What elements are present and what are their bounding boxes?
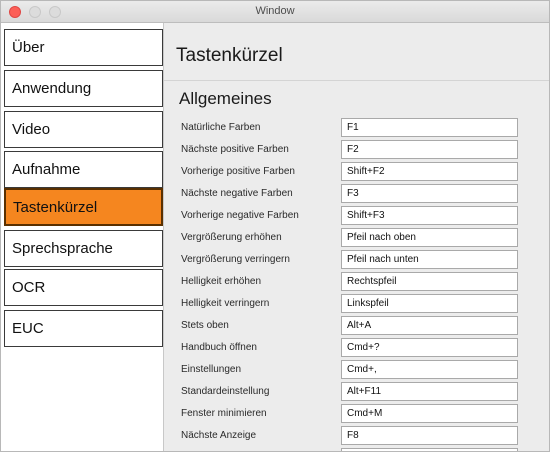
- shortcut-field[interactable]: Cmd+,: [341, 360, 518, 379]
- shortcut-label: Vorherige positive Farben: [181, 166, 295, 177]
- shortcut-field[interactable]: Pfeil nach unten: [341, 250, 518, 269]
- shortcut-label: Handbuch öffnen: [181, 342, 257, 353]
- shortcut-row: Helligkeit verringern Linkspfeil: [164, 294, 549, 316]
- title-divider: [164, 80, 549, 81]
- shortcut-label: Einstellungen: [181, 364, 242, 375]
- sidebar-item-tastenkuerzel[interactable]: Tastenkürzel: [4, 188, 163, 226]
- shortcut-row: Nächste Anzeige F8: [164, 426, 549, 448]
- shortcut-field[interactable]: Alt+F11: [341, 382, 518, 401]
- shortcut-field[interactable]: F3: [341, 184, 518, 203]
- shortcut-label: Natürliche Farben: [181, 122, 261, 133]
- title-bar[interactable]: Window: [1, 1, 549, 23]
- shortcut-row: Vorherige negative Farben Shift+F3: [164, 206, 549, 228]
- shortcut-label: Vergrößerung erhöhen: [181, 232, 282, 243]
- sidebar-item-euc[interactable]: EUC: [4, 310, 163, 347]
- shortcut-field[interactable]: Cmd+?: [341, 338, 518, 357]
- shortcut-field[interactable]: Alt+A: [341, 316, 518, 335]
- sidebar-item-ueber[interactable]: Über: [4, 29, 163, 66]
- shortcut-label: Vergrößerung verringern: [181, 254, 290, 265]
- shortcut-label: Fenster minimieren: [181, 408, 267, 419]
- shortcut-field[interactable]: F8: [341, 426, 518, 445]
- sidebar-item-aufnahme[interactable]: Aufnahme: [4, 151, 163, 188]
- shortcut-row: Vergrößerung verringern Pfeil nach unten: [164, 250, 549, 272]
- shortcut-label: Nächste positive Farben: [181, 144, 289, 155]
- shortcut-field[interactable]: Linkspfeil: [341, 294, 518, 313]
- shortcut-label: Standardeinstellung: [181, 386, 270, 397]
- shortcut-field[interactable]: F2: [341, 140, 518, 159]
- shortcut-row: Einstellungen Cmd+,: [164, 360, 549, 382]
- shortcut-label: Nächste Anzeige: [181, 430, 257, 441]
- shortcut-label: Helligkeit erhöhen: [181, 276, 262, 287]
- shortcut-row: Vorherige positive Farben Shift+F2: [164, 162, 549, 184]
- shortcut-row: Standardeinstellung Alt+F11: [164, 382, 549, 404]
- shortcut-label: Stets oben: [181, 320, 229, 331]
- shortcut-row: Fenster minimieren Cmd+M: [164, 404, 549, 426]
- shortcut-field[interactable]: Pfeil nach oben: [341, 228, 518, 247]
- sidebar: Über Anwendung Video Aufnahme Tastenkürz…: [1, 23, 164, 451]
- sidebar-item-sprechsprache[interactable]: Sprechsprache: [4, 230, 163, 267]
- shortcut-field[interactable]: Cmd+M: [341, 404, 518, 423]
- app-window: Window Über Anwendung Video Aufnahme Tas…: [0, 0, 550, 452]
- shortcut-row: Vergrößerung erhöhen Pfeil nach oben: [164, 228, 549, 250]
- shortcut-field[interactable]: [341, 448, 518, 451]
- shortcut-row: Nächste negative Farben F3: [164, 184, 549, 206]
- shortcut-field[interactable]: Rechtspfeil: [341, 272, 518, 291]
- shortcut-field[interactable]: F1: [341, 118, 518, 137]
- sidebar-item-video[interactable]: Video: [4, 111, 163, 148]
- shortcut-label: Helligkeit verringern: [181, 298, 270, 309]
- shortcut-label: Nächste negative Farben: [181, 188, 293, 199]
- shortcut-field[interactable]: Shift+F3: [341, 206, 518, 225]
- main-content: Tastenkürzel Allgemeines Natürliche Farb…: [164, 23, 549, 451]
- sidebar-item-anwendung[interactable]: Anwendung: [4, 70, 163, 107]
- shortcut-row: Nächste positive Farben F2: [164, 140, 549, 162]
- section-title: Allgemeines: [179, 89, 272, 108]
- shortcut-row: Helligkeit erhöhen Rechtspfeil: [164, 272, 549, 294]
- shortcut-field[interactable]: Shift+F2: [341, 162, 518, 181]
- window-title: Window: [255, 5, 295, 17]
- sidebar-item-ocr[interactable]: OCR: [4, 269, 163, 306]
- page-title: Tastenkürzel: [176, 45, 283, 66]
- shortcut-row: Handbuch öffnen Cmd+?: [164, 338, 549, 360]
- shortcut-row: Natürliche Farben F1: [164, 118, 549, 140]
- shortcut-row: [164, 448, 549, 451]
- shortcut-row: Stets oben Alt+A: [164, 316, 549, 338]
- shortcut-label: Vorherige negative Farben: [181, 210, 299, 221]
